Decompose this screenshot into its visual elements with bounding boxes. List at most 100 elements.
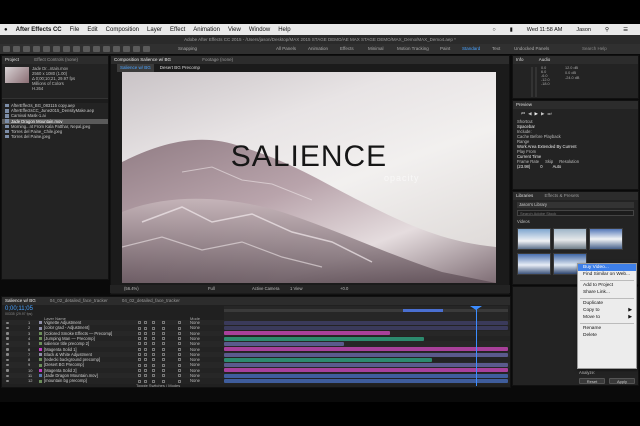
workspace-minimal[interactable]: Minimal: [368, 44, 384, 54]
menu-file[interactable]: File: [70, 27, 80, 33]
shy-switch-icon[interactable]: [138, 368, 141, 372]
timeline-tab-salience[interactable]: Salience w/ BG: [5, 297, 36, 305]
timeline-tab-face-tracker-2[interactable]: 04_02_detailed_face_tracker: [122, 297, 180, 305]
tab-info[interactable]: Info: [516, 57, 524, 62]
layer-duration-bar[interactable]: [224, 341, 344, 346]
motion-blur-switch-icon[interactable]: [152, 368, 155, 372]
exposure-value[interactable]: +0.0: [340, 285, 348, 293]
adjustment-switch-icon[interactable]: [162, 321, 165, 325]
layer-mode-dropdown[interactable]: None: [190, 378, 200, 384]
motion-blur-switch-icon[interactable]: [152, 321, 155, 325]
adjustment-switch-icon[interactable]: [162, 337, 165, 341]
visibility-eye-icon[interactable]: [6, 348, 9, 351]
menu-layer[interactable]: Layer: [147, 27, 162, 33]
context-menu-item[interactable]: Move to ▶: [578, 314, 636, 321]
layer-color-label[interactable]: [39, 374, 42, 378]
menu-effect[interactable]: Effect: [170, 27, 185, 33]
menu-help[interactable]: Help: [278, 27, 290, 33]
3d-switch-icon[interactable]: [178, 347, 181, 351]
search-icon[interactable]: ⚲: [605, 27, 609, 33]
eraser-tool-icon[interactable]: [123, 46, 130, 52]
workspace-animation[interactable]: Animation: [308, 44, 328, 54]
layer-duration-bar[interactable]: [224, 357, 432, 362]
visibility-eye-icon[interactable]: [6, 363, 9, 367]
adjustment-switch-icon[interactable]: [162, 363, 165, 367]
wifi-icon[interactable]: ○: [492, 27, 495, 33]
shy-switch-icon[interactable]: [138, 321, 141, 325]
layer-duration-bar[interactable]: [224, 373, 508, 378]
shape-tool-icon[interactable]: [73, 46, 80, 52]
work-area-bar[interactable]: [224, 309, 508, 312]
fx-switch-icon[interactable]: [144, 331, 147, 335]
context-menu-item[interactable]: Share Link...: [578, 289, 636, 296]
battery-icon[interactable]: ▮: [510, 27, 513, 33]
rotate-tool-icon[interactable]: [43, 46, 50, 52]
layer-duration-bar[interactable]: [224, 336, 424, 341]
last-frame-icon[interactable]: ⏭: [547, 111, 551, 117]
shy-switch-icon[interactable]: [138, 342, 141, 346]
workspace-undocked-panels[interactable]: Undocked Panels: [514, 44, 549, 54]
3d-switch-icon[interactable]: [178, 326, 181, 330]
workspace-all-panels[interactable]: All Panels: [276, 44, 296, 54]
prev-frame-icon[interactable]: ◀: [528, 111, 531, 117]
work-area-range[interactable]: [403, 309, 443, 312]
brush-tool-icon[interactable]: [103, 46, 110, 52]
3d-switch-icon[interactable]: [178, 368, 181, 372]
first-frame-icon[interactable]: ⏮: [521, 111, 525, 117]
fx-switch-icon[interactable]: [144, 374, 147, 378]
layer-duration-bar[interactable]: [224, 363, 508, 368]
shy-switch-icon[interactable]: [138, 353, 141, 357]
layer-color-label[interactable]: [39, 326, 42, 330]
context-menu-item[interactable]: Rename: [578, 325, 636, 332]
layer-color-label[interactable]: [39, 353, 42, 357]
3d-switch-icon[interactable]: [178, 321, 181, 325]
pen-tool-icon[interactable]: [83, 46, 90, 52]
3d-switch-icon[interactable]: [178, 363, 181, 367]
roto-tool-icon[interactable]: [133, 46, 140, 52]
layer-duration-bar[interactable]: [224, 326, 508, 331]
layer-duration-bar[interactable]: [224, 368, 508, 373]
3d-switch-icon[interactable]: [178, 353, 181, 357]
adjustment-switch-icon[interactable]: [162, 347, 165, 351]
workspace-paint[interactable]: Paint: [440, 44, 450, 54]
menu-edit[interactable]: Edit: [87, 27, 97, 33]
camera-tool-icon[interactable]: [53, 46, 60, 52]
motion-blur-switch-icon[interactable]: [152, 363, 155, 367]
timeline-layer-row[interactable]: 12 [mountain bg precomp] None: [2, 378, 510, 384]
camera-dropdown[interactable]: Active Camera: [252, 285, 279, 293]
context-menu-item[interactable]: Copy to ▶: [578, 307, 636, 314]
3d-switch-icon[interactable]: [178, 342, 181, 346]
home-icon[interactable]: [3, 46, 10, 52]
shy-switch-icon[interactable]: [138, 331, 141, 335]
layer-duration-bar[interactable]: [224, 320, 508, 325]
subtab-desert[interactable]: Desert BG Precomp: [160, 64, 200, 72]
stock-search-input[interactable]: Search Adobe Stock: [517, 210, 634, 216]
3d-switch-icon[interactable]: [178, 374, 181, 378]
workspace-effects[interactable]: Effects: [340, 44, 354, 54]
tab-footage[interactable]: Footage (none): [202, 57, 233, 62]
menu-animation[interactable]: Animation: [193, 27, 220, 33]
video-thumbnail[interactable]: [517, 253, 551, 275]
context-menu-item[interactable]: Add to Project: [578, 282, 636, 289]
frame-rate-dropdown[interactable]: (23.98): [517, 164, 530, 169]
3d-switch-icon[interactable]: [178, 331, 181, 335]
layer-duration-bar[interactable]: [224, 379, 508, 384]
play-icon[interactable]: ▶: [535, 111, 538, 117]
apple-icon[interactable]: ●: [4, 27, 8, 33]
motion-blur-switch-icon[interactable]: [152, 353, 155, 357]
workspace-text[interactable]: Text: [492, 44, 500, 54]
video-thumbnail[interactable]: [589, 228, 623, 250]
fx-switch-icon[interactable]: [144, 342, 147, 346]
layer-duration-bar[interactable]: [224, 331, 390, 336]
visibility-eye-icon[interactable]: [6, 321, 9, 324]
adjustment-switch-icon[interactable]: [162, 358, 165, 362]
skip-field[interactable]: 0: [540, 164, 542, 169]
zoom-dropdown[interactable]: (56.4%): [124, 285, 139, 293]
adjustment-switch-icon[interactable]: [162, 342, 165, 346]
hand-tool-icon[interactable]: [23, 46, 30, 52]
clock[interactable]: Wed 11:58 AM: [527, 27, 563, 33]
context-menu-item[interactable]: Buy Video...: [578, 264, 636, 271]
fx-switch-icon[interactable]: [144, 368, 147, 372]
workspace-standard[interactable]: Standard: [462, 44, 480, 54]
motion-blur-switch-icon[interactable]: [152, 342, 155, 346]
